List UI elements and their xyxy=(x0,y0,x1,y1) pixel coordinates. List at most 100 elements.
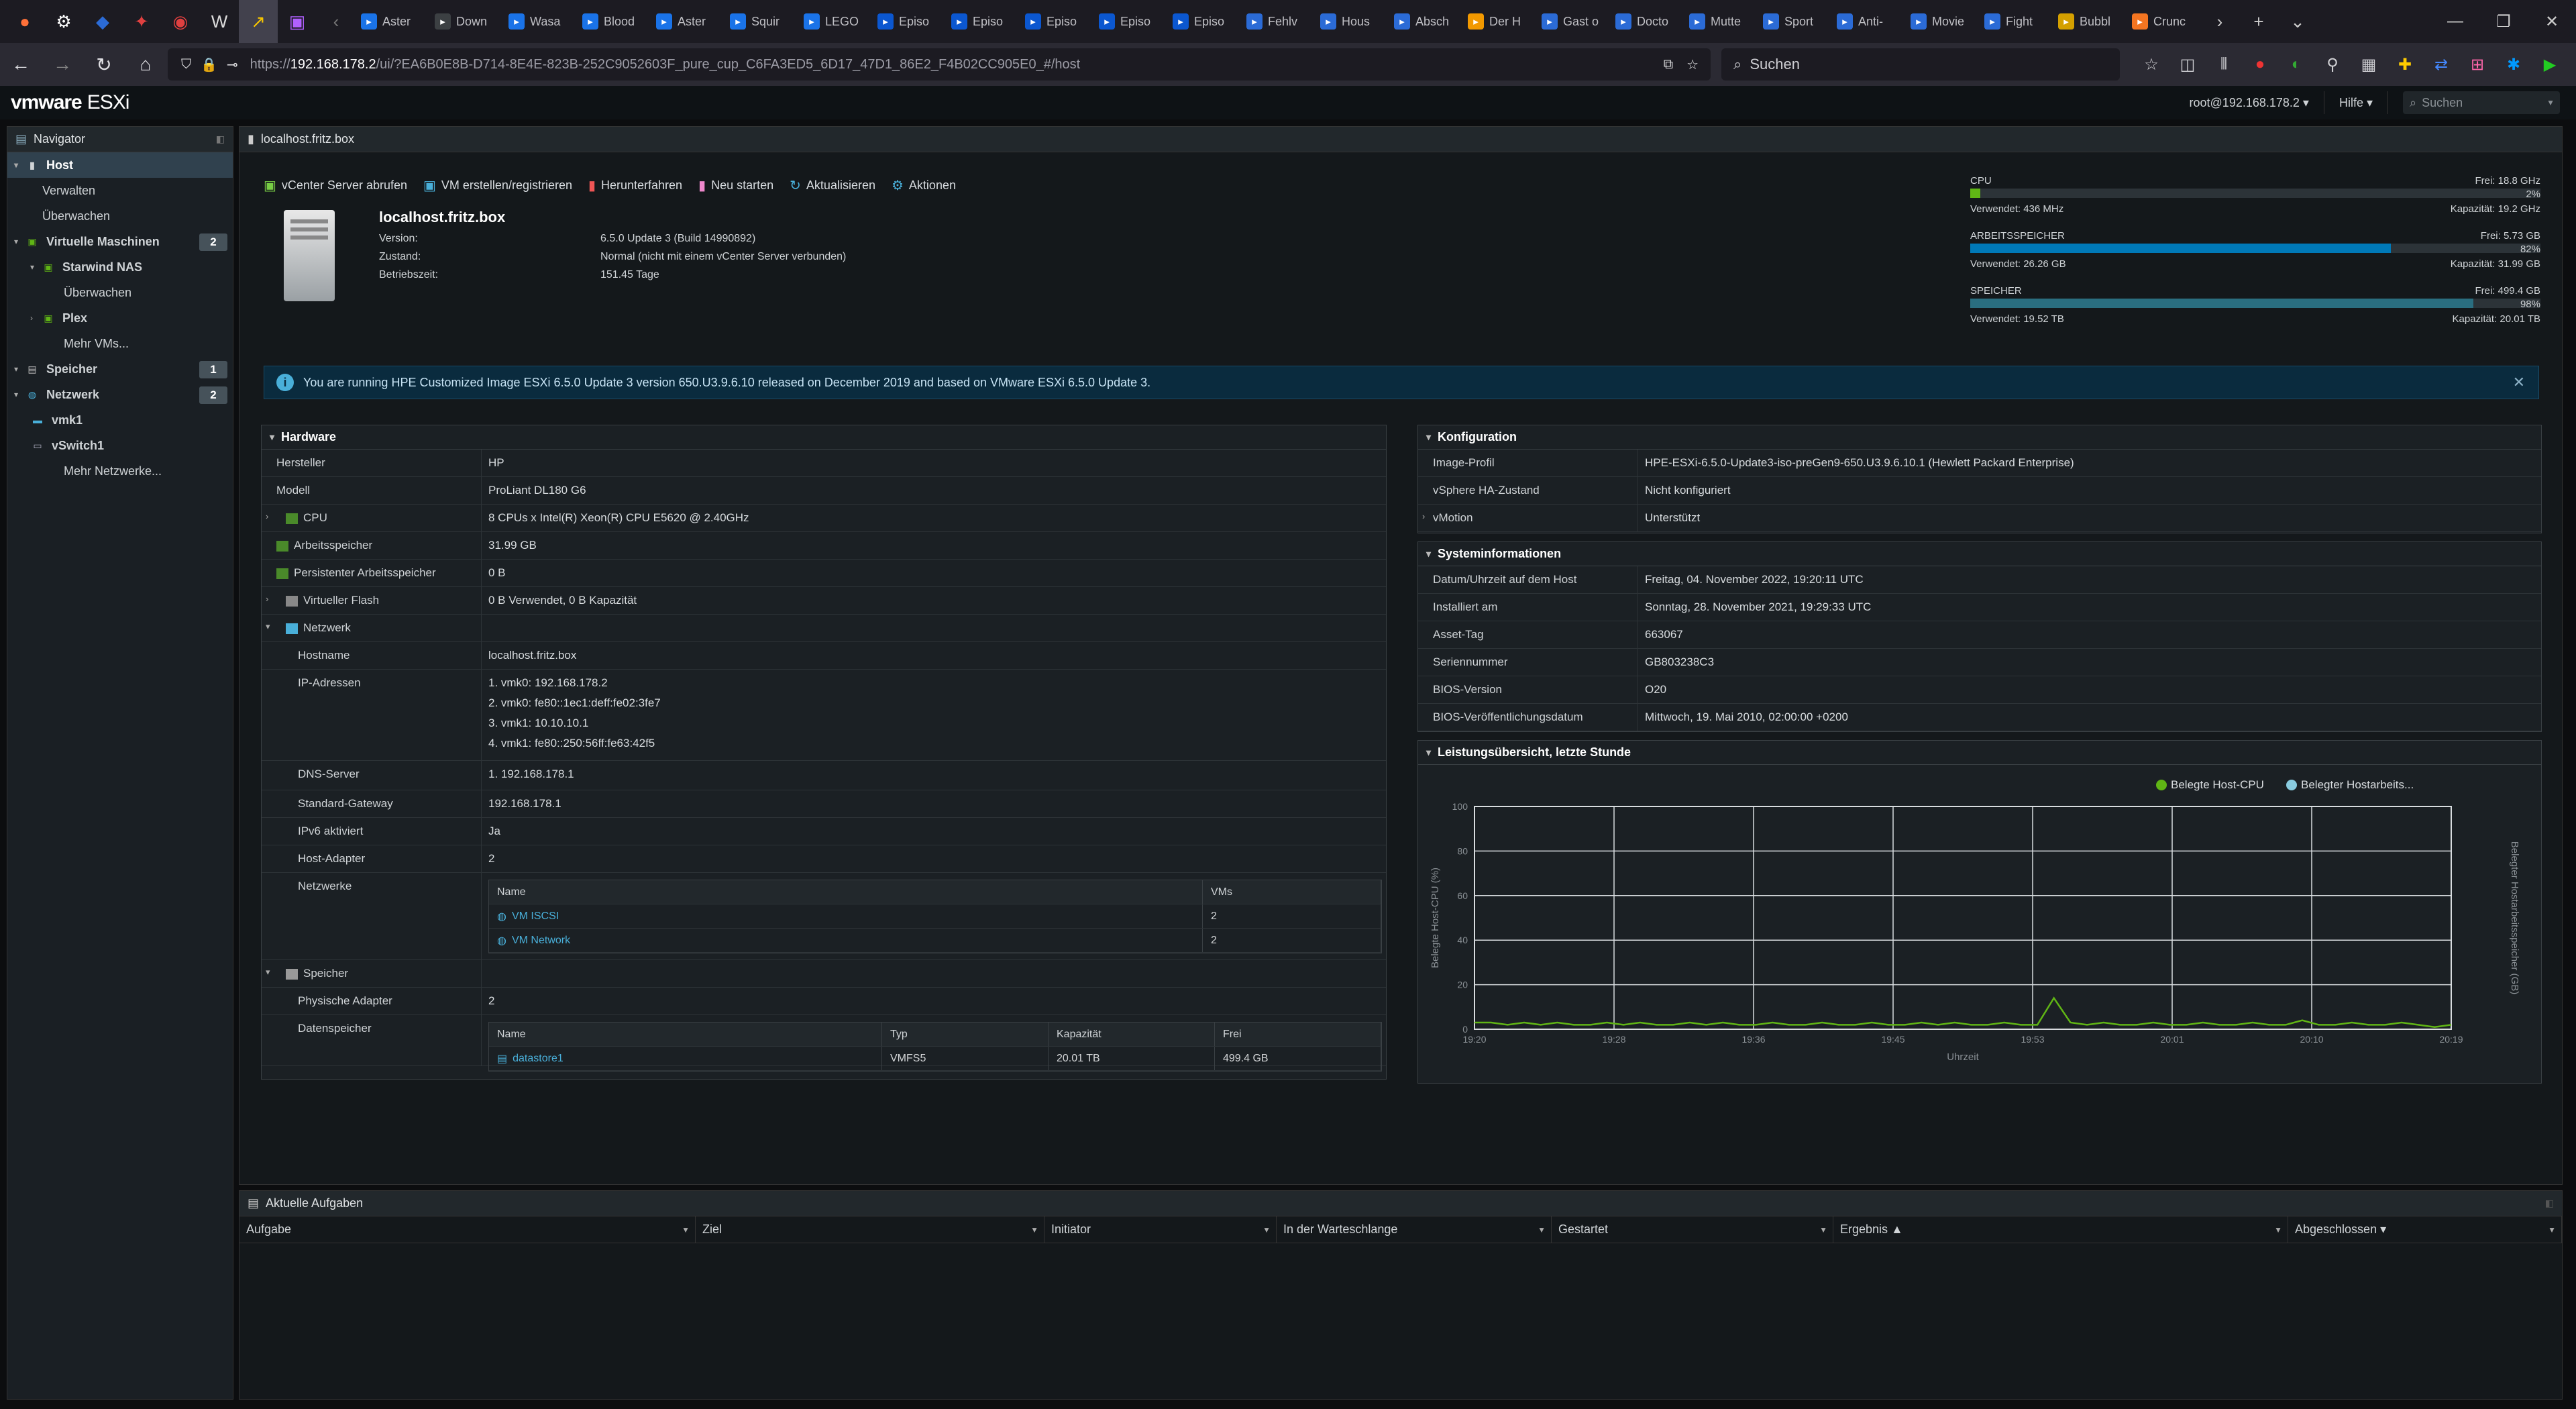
translate-icon[interactable]: ⧉ xyxy=(1664,57,1673,72)
toolbar-button-0[interactable]: ▣ vCenter Server abrufen xyxy=(264,174,407,197)
user-menu[interactable]: root@192.168.178.2 ▾ xyxy=(2190,96,2309,110)
firefox-icon[interactable]: ● xyxy=(5,0,44,43)
restore-icon[interactable]: ❐ xyxy=(2479,0,2528,43)
navigator-item[interactable]: ▾ ▣ Starwind NAS xyxy=(7,254,233,280)
extension-icon[interactable]: ⚲ xyxy=(2314,43,2351,86)
sub-table-link[interactable]: VM Network xyxy=(512,935,570,947)
bookmark-star-icon[interactable]: ☆ xyxy=(1686,56,1699,73)
sub-table-column-header[interactable]: Name xyxy=(489,880,1203,904)
navigator-item[interactable]: Mehr Netzwerke... xyxy=(7,458,233,484)
browser-tab[interactable]: ▸ Episo xyxy=(946,0,1020,43)
extension-icon[interactable]: ✚ xyxy=(2387,43,2423,86)
chevron-down-icon[interactable]: ▼ xyxy=(2546,98,2555,107)
chevron-right-icon[interactable]: › xyxy=(1422,511,1425,521)
vmware-logo[interactable]: vmware ESXi xyxy=(11,91,129,114)
tasks-column-header[interactable]: Initiator ▼ xyxy=(1044,1216,1277,1243)
pinned-tab-icon[interactable]: ▣ xyxy=(278,0,317,43)
sub-table-cell[interactable]: ◍ VM Network xyxy=(489,929,1203,952)
chevron-down-icon[interactable]: ▼ xyxy=(1819,1225,1827,1235)
chevron-down-icon[interactable]: ▾ xyxy=(1426,548,1431,560)
library-icon[interactable]: ⫴ xyxy=(2206,43,2242,86)
sub-table-link[interactable]: VM ISCSI xyxy=(512,910,559,923)
sub-table-column-header[interactable]: Frei xyxy=(1215,1023,1381,1046)
browser-tab[interactable]: ▸ Wasa xyxy=(503,0,577,43)
close-icon[interactable]: ✕ xyxy=(2513,374,2525,391)
pocket-icon[interactable]: ◫ xyxy=(2169,43,2206,86)
toolbar-button-2[interactable]: ▮ Herunterfahren xyxy=(588,174,682,197)
close-window-icon[interactable]: ✕ xyxy=(2528,0,2576,43)
tab-scroll-left-icon[interactable]: ‹ xyxy=(317,0,356,43)
chevron-down-icon[interactable]: ▼ xyxy=(2274,1225,2282,1235)
chevron-down-icon[interactable]: ▼ xyxy=(2548,1225,2556,1235)
browser-tab[interactable]: ▸ Blood xyxy=(577,0,651,43)
menu-icon[interactable]: ☰ xyxy=(2568,43,2576,86)
browser-tab[interactable]: ▸ Anti- xyxy=(1831,0,1905,43)
chevron-down-icon[interactable]: ▾ xyxy=(270,431,274,443)
browser-tab[interactable]: ▸ Gast o xyxy=(1536,0,1610,43)
extension-icon[interactable]: ● xyxy=(2242,43,2278,86)
sub-table-column-header[interactable]: Name xyxy=(489,1023,882,1046)
extension-icon[interactable]: ▶ xyxy=(2532,43,2568,86)
browser-tab[interactable]: ▸ Mutte xyxy=(1684,0,1758,43)
tab-list-dropdown-icon[interactable]: ⌄ xyxy=(2278,0,2317,43)
browser-tab[interactable]: ▸ Aster xyxy=(651,0,724,43)
tasks-column-header[interactable]: Abgeschlossen ▾ ▼ xyxy=(2288,1216,2562,1243)
pinned-tab-icon[interactable]: ◆ xyxy=(83,0,122,43)
browser-tab[interactable]: ▸ Episo xyxy=(1167,0,1241,43)
extension-icon[interactable]: ⇄ xyxy=(2423,43,2459,86)
browser-search-input[interactable]: ⌕ Suchen xyxy=(1721,48,2120,81)
browser-tab[interactable]: ▸ Episo xyxy=(1093,0,1167,43)
browser-tab[interactable]: ▸ Bubbl xyxy=(2053,0,2127,43)
hardware-card-header[interactable]: ▾ Hardware xyxy=(262,425,1386,450)
navigator-item[interactable]: ▭ vSwitch1 xyxy=(7,433,233,458)
navigator-item[interactable]: ▾ ◍ Netzwerk 2 xyxy=(7,382,233,407)
chevron-down-icon[interactable]: ▼ xyxy=(1263,1225,1271,1235)
collapse-panel-icon[interactable]: ◧ xyxy=(2545,1198,2554,1209)
help-menu[interactable]: Hilfe ▾ xyxy=(2339,96,2373,110)
navigator-item[interactable]: › ▣ Plex xyxy=(7,305,233,331)
browser-tab[interactable]: ▸ Movie xyxy=(1905,0,1979,43)
pinned-tab-icon[interactable]: W xyxy=(200,0,239,43)
browser-tab[interactable]: ▸ Der H xyxy=(1462,0,1536,43)
browser-tab[interactable]: ▸ Absch xyxy=(1389,0,1462,43)
browser-tab[interactable]: ▸ Aster xyxy=(356,0,429,43)
extension-icon[interactable]: ◐ xyxy=(2278,43,2314,86)
pinned-tab-icon[interactable]: ◉ xyxy=(161,0,200,43)
browser-tab[interactable]: ▸ LEGO xyxy=(798,0,872,43)
sub-table-column-header[interactable]: Kapazität xyxy=(1049,1023,1215,1046)
header-search-input[interactable]: ⌕ Suchen ▼ xyxy=(2403,91,2560,114)
chevron-right-icon[interactable]: › xyxy=(266,511,268,521)
sub-table-row[interactable]: ◍ VM Network 2 xyxy=(489,929,1381,953)
forward-icon[interactable]: → xyxy=(42,43,83,86)
sub-table-row[interactable]: ◍ VM ISCSI 2 xyxy=(489,904,1381,929)
chevron-right-icon[interactable]: › xyxy=(266,594,268,604)
shield-icon[interactable]: ⛉ xyxy=(181,57,191,72)
chevron-down-icon[interactable]: ▼ xyxy=(682,1225,690,1235)
reload-icon[interactable]: ↻ xyxy=(83,43,125,86)
extension-icon[interactable]: ▦ xyxy=(2351,43,2387,86)
navigator-item[interactable]: Überwachen xyxy=(7,203,233,229)
chevron-down-icon[interactable]: ▾ xyxy=(1426,747,1431,758)
extension-icon[interactable]: ⊞ xyxy=(2459,43,2496,86)
toolbar-button-1[interactable]: ▣ VM erstellen/registrieren xyxy=(423,174,572,197)
browser-tab[interactable]: ▸ Episo xyxy=(872,0,946,43)
extension-icon[interactable]: ✱ xyxy=(2496,43,2532,86)
browser-tab[interactable]: ▸ Fehlv xyxy=(1241,0,1315,43)
url-bar[interactable]: ⛉ 🔒 ⊸ https://192.168.178.2/ui/?EA6B0E8B… xyxy=(168,48,1711,81)
expand-arrow-icon[interactable]: ▾ xyxy=(14,364,25,374)
browser-tab[interactable]: ▸ Episo xyxy=(1020,0,1093,43)
sub-table-cell[interactable]: ▤ datastore1 xyxy=(489,1047,882,1070)
navigator-item[interactable]: Verwalten xyxy=(7,178,233,203)
permissions-icon[interactable]: ⊸ xyxy=(227,56,238,73)
lock-icon[interactable]: 🔒 xyxy=(201,56,217,73)
chevron-down-icon[interactable]: ▾ xyxy=(1426,431,1431,443)
sub-table-cell[interactable]: ◍ VM ISCSI xyxy=(489,904,1203,928)
system-info-card-header[interactable]: ▾ Systeminformationen xyxy=(1418,542,2541,566)
tasks-column-header[interactable]: Aufgabe ▼ xyxy=(239,1216,696,1243)
navigator-item[interactable]: ▾ ▤ Speicher 1 xyxy=(7,356,233,382)
pinned-tab-icon[interactable]: ✦ xyxy=(122,0,161,43)
tasks-column-header[interactable]: In der Warteschlange ▼ xyxy=(1277,1216,1552,1243)
browser-tab[interactable]: ▸ Sport xyxy=(1758,0,1831,43)
browser-tab[interactable]: ▸ Fight xyxy=(1979,0,2053,43)
collapse-panel-icon[interactable]: ◧ xyxy=(216,134,225,145)
